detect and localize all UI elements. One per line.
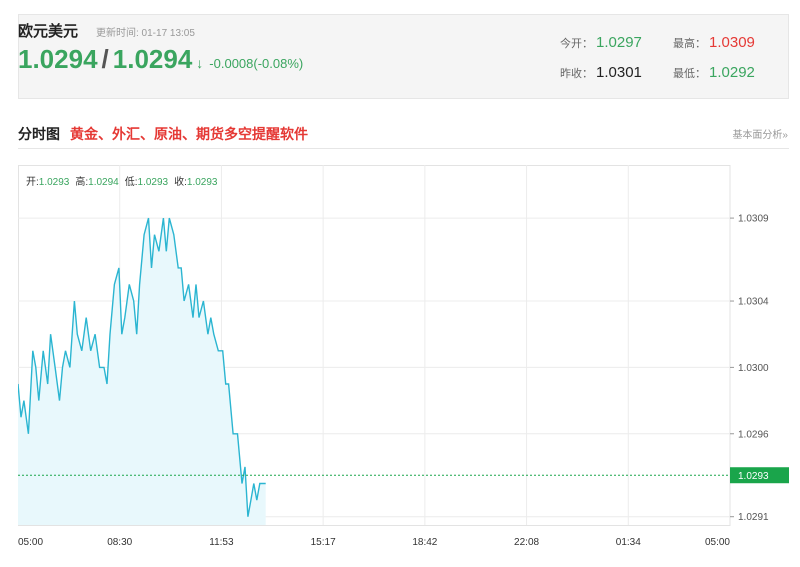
high-value: 1.0309: [709, 34, 755, 51]
y-tick-label: 1.0300: [738, 363, 769, 374]
promo-link[interactable]: 黄金、外汇、原油、期货多空提醒软件: [70, 124, 308, 144]
low-stat: 最低： 1.0292: [673, 64, 755, 81]
current-price-tag-label: 1.0293: [738, 471, 769, 482]
y-tick-label: 1.0304: [738, 297, 769, 308]
price-change: -0.0008(-0.08%): [209, 56, 304, 71]
x-tick-label: 01:34: [616, 537, 641, 548]
open-stat: 今开： 1.0297: [560, 34, 642, 51]
update-time: 更新时间: 01-17 13:05: [96, 28, 195, 39]
down-arrow-icon: ↓: [196, 55, 204, 71]
x-tick-label: 11:53: [209, 537, 234, 548]
price-separator: /: [101, 44, 109, 74]
prev-close-stat: 昨收： 1.0301: [560, 64, 642, 81]
bid-price: 1.0294: [18, 44, 98, 74]
section-title: 分时图: [18, 126, 60, 142]
fundamental-analysis-link[interactable]: 基本面分析»: [732, 126, 788, 141]
divider: [18, 148, 789, 149]
open-value: 1.0297: [596, 34, 642, 51]
pair-name: 欧元美元: [18, 23, 79, 40]
current-price-tag: 1.0293: [730, 467, 789, 484]
intraday-chart[interactable]: 1.0309 1.0304 1.0300 1.0296 1.0291 05:00 08:3…: [18, 165, 789, 557]
y-tick-label: 1.0296: [738, 429, 769, 440]
low-label: 最低：: [673, 68, 706, 80]
open-label: 今开：: [560, 38, 593, 50]
low-value: 1.0292: [709, 64, 755, 81]
ask-price: 1.0294: [112, 44, 193, 74]
y-tick-label: 1.0291: [738, 512, 769, 523]
prev-close-label: 昨收：: [560, 68, 593, 80]
x-tick-label: 08:30: [107, 537, 132, 548]
price-row: 1.0294 / 1.0294 ↓ -0.0008(-0.08%): [18, 44, 303, 74]
x-tick-label: 22:08: [514, 537, 539, 548]
x-tick-label: 05:00: [705, 537, 730, 548]
high-label: 最高：: [673, 38, 706, 50]
prev-close-value: 1.0301: [596, 64, 642, 81]
x-tick-label: 18:42: [412, 537, 437, 548]
x-axis: 05:00 08:30 11:53 15:17 18:42 22:08 01:34 05:00: [18, 537, 730, 548]
high-stat: 最高： 1.0309: [673, 34, 755, 51]
y-tick-label: 1.0309: [738, 214, 769, 225]
x-tick-label: 15:17: [311, 537, 336, 548]
x-tick-label: 05:00: [18, 537, 43, 548]
